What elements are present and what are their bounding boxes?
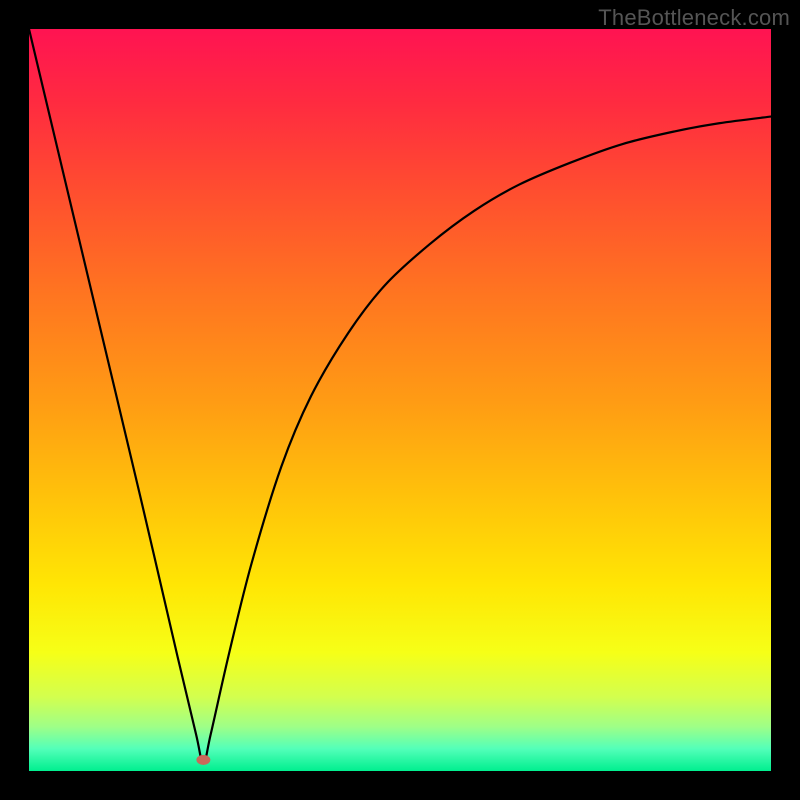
optimal-point-marker <box>196 755 210 765</box>
bottleneck-chart <box>29 29 771 771</box>
plot-area <box>29 29 771 771</box>
watermark-text: TheBottleneck.com <box>598 5 790 31</box>
chart-frame: TheBottleneck.com <box>0 0 800 800</box>
gradient-background <box>29 29 771 771</box>
